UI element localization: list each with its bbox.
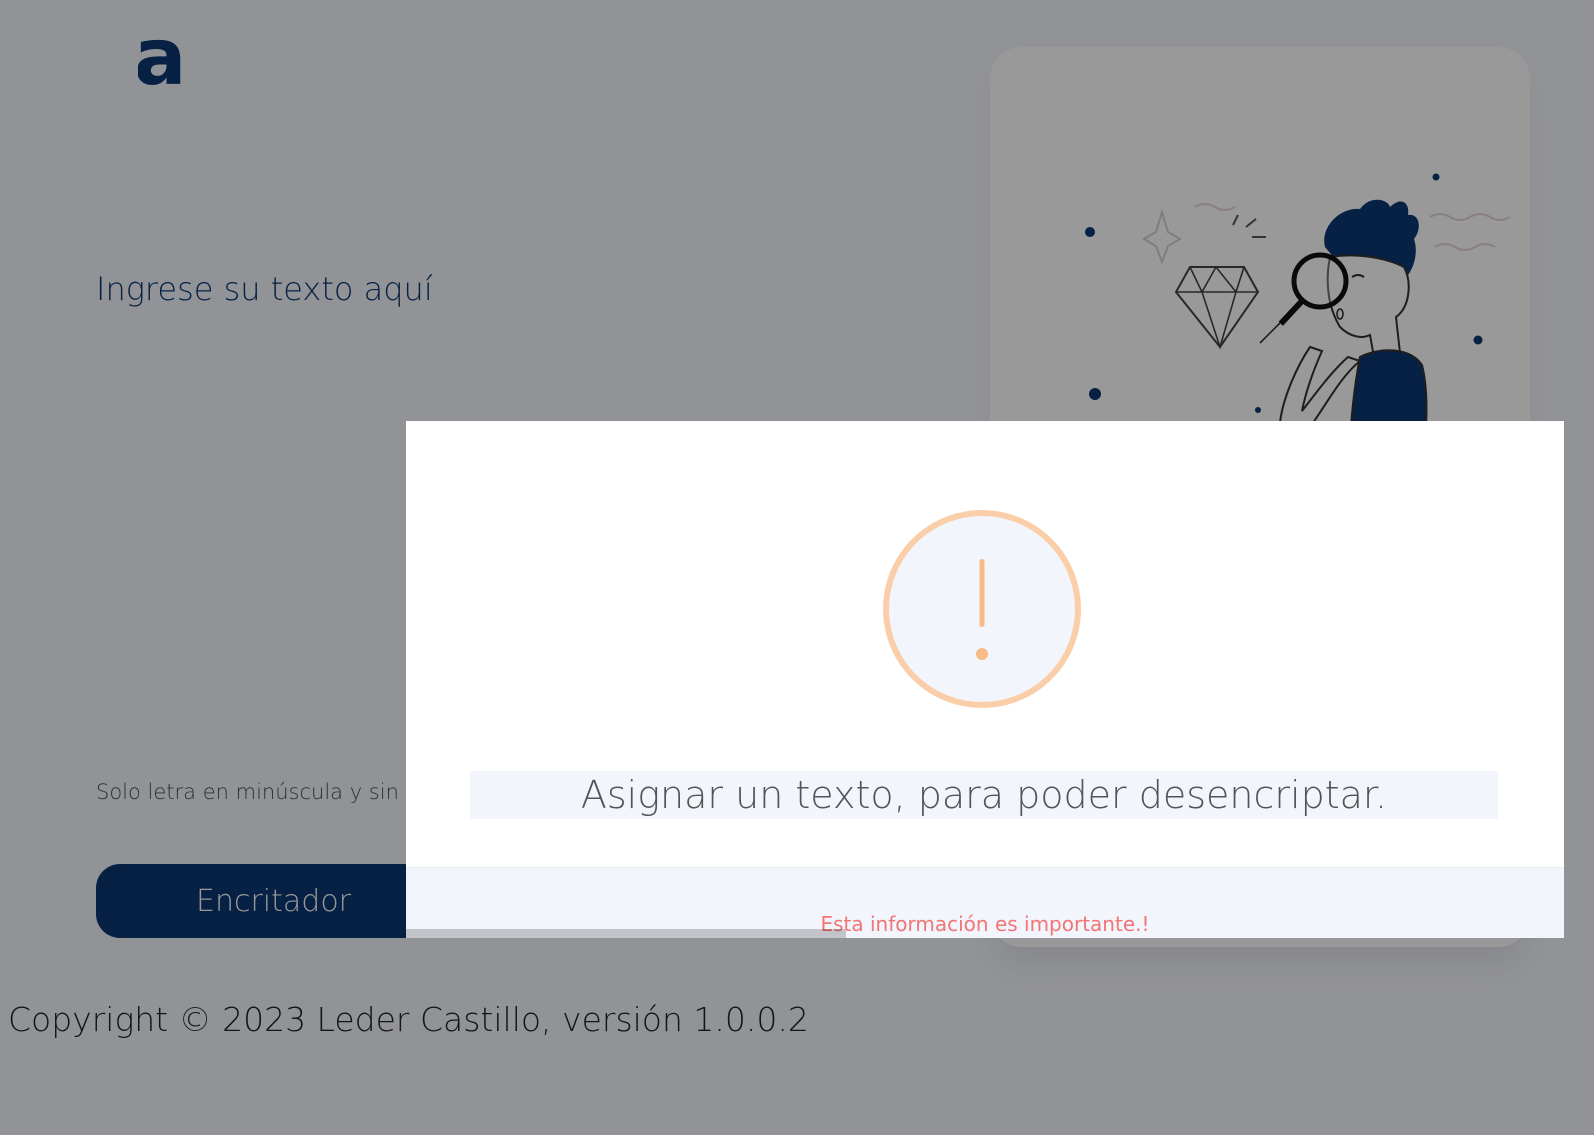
alert-footer: Esta información es importante.!	[406, 867, 1564, 938]
alert-message: Asignar un texto, para poder desencripta…	[470, 771, 1498, 819]
warning-icon	[883, 510, 1081, 708]
timer-progress-bar	[406, 929, 1564, 938]
timer-progress-fill	[406, 929, 847, 938]
alert-dialog: Asignar un texto, para poder desencripta…	[406, 421, 1564, 938]
